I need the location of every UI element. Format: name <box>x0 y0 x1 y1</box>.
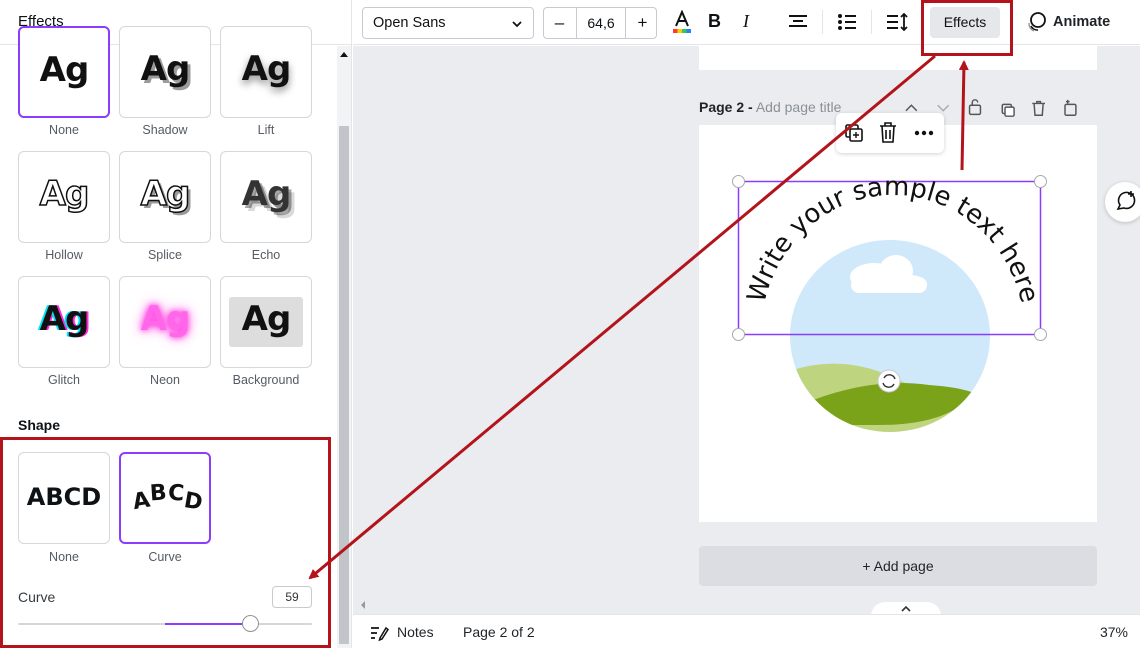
chevron-up-icon[interactable] <box>905 104 918 112</box>
page-title-input[interactable]: Add page title <box>756 99 842 115</box>
scrollbar-thumb[interactable] <box>339 126 349 644</box>
scroll-up-arrow-icon[interactable] <box>340 52 348 57</box>
chevron-down-icon[interactable] <box>937 104 950 112</box>
effect-glitch-tile[interactable]: Ag <box>18 276 110 368</box>
duplicate-page-icon[interactable] <box>1001 103 1015 117</box>
effect-neon-tile[interactable]: Ag <box>119 276 211 368</box>
effect-background-label: Background <box>232 373 300 387</box>
trash-icon[interactable] <box>880 122 896 143</box>
effect-splice-label: Splice <box>147 248 183 262</box>
effect-shadow-sample: Ag <box>140 49 191 89</box>
lock-icon[interactable] <box>968 99 982 116</box>
shape-section-title: Shape <box>18 417 61 433</box>
effect-background-sample: Ag <box>241 299 292 339</box>
list-icon[interactable] <box>836 10 858 34</box>
page-indicator[interactable]: Page 2 of 2 <box>463 624 535 640</box>
text-color-icon[interactable] <box>671 10 693 34</box>
effect-lift-tile[interactable]: Ag <box>220 26 312 118</box>
rotate-handle-icon[interactable] <box>877 369 901 393</box>
effect-glitch-sample: Ag <box>39 299 90 339</box>
toolbar-divider <box>871 10 872 34</box>
effect-lift-sample: Ag <box>241 49 292 89</box>
page-number: Page 2 - <box>699 99 753 115</box>
font-family-select[interactable]: Open Sans <box>362 7 534 39</box>
comment-button[interactable] <box>1105 182 1140 222</box>
landscape-graphic[interactable] <box>779 225 1009 455</box>
zoom-level[interactable]: 37% <box>1100 624 1128 640</box>
effect-background-tile[interactable]: Ag <box>220 276 312 368</box>
page-1-preview[interactable] <box>699 46 1097 70</box>
increase-size-button[interactable]: + <box>627 8 658 38</box>
effects-highlight-box <box>921 0 1013 56</box>
effect-none-sample: Ag <box>39 50 90 90</box>
page-title-row: Page 2 - Add page title <box>699 99 841 115</box>
canva-editor: Effects Ag None Ag Shadow Ag Lift Ag Hol… <box>0 0 1140 648</box>
context-menu-icons <box>845 122 934 143</box>
animate-icon <box>1028 12 1046 32</box>
effect-glitch-label: Glitch <box>48 373 80 387</box>
effect-hollow-label: Hollow <box>45 248 83 262</box>
chevron-down-icon <box>512 21 522 28</box>
duplicate-icon[interactable] <box>845 124 863 142</box>
add-page-icon[interactable] <box>1064 99 1077 116</box>
effect-hollow-sample: Ag <box>39 173 90 215</box>
effect-lift-label: Lift <box>257 123 275 137</box>
page-2[interactable]: Write your sample text here <box>699 125 1097 522</box>
decrease-size-button[interactable]: – <box>544 8 575 38</box>
canvas-area[interactable]: Page 2 - Add page title Write your sampl… <box>353 46 1140 616</box>
effect-splice-tile[interactable]: Ag <box>119 151 211 243</box>
text-toolbar: Open Sans – 64,6 + B I Effects Animate <box>353 0 1140 45</box>
element-context-menu <box>836 113 944 153</box>
effect-echo-tile[interactable]: Ag <box>220 151 312 243</box>
effect-none-label: None <box>49 123 79 137</box>
effect-splice-sample: Ag <box>140 173 191 215</box>
spacing-icon[interactable] <box>885 10 909 34</box>
effect-neon-sample: Ag <box>140 299 191 339</box>
effect-none-tile[interactable]: Ag <box>18 26 110 118</box>
notes-button[interactable]: Notes <box>397 624 434 640</box>
effect-echo-sample: Ag <box>241 174 292 214</box>
notes-icon[interactable] <box>369 624 389 642</box>
animate-label: Animate <box>1053 14 1111 30</box>
effect-shadow-tile[interactable]: Ag <box>119 26 211 118</box>
bold-icon[interactable]: B <box>708 11 721 35</box>
toolbar-divider <box>822 10 823 34</box>
align-center-icon[interactable] <box>787 10 809 34</box>
effect-echo-label: Echo <box>251 248 281 262</box>
effect-neon-label: Neon <box>150 373 180 387</box>
add-page-button[interactable]: + Add page <box>699 546 1097 586</box>
shape-highlight-box <box>0 437 331 648</box>
font-size-stepper: – 64,6 + <box>543 7 657 39</box>
scroll-left-arrow-icon[interactable] <box>359 600 367 610</box>
delete-page-icon[interactable] <box>1032 100 1045 116</box>
effect-shadow-label: Shadow <box>142 123 188 137</box>
comment-add-icon <box>1116 191 1136 211</box>
italic-icon[interactable]: I <box>743 11 749 35</box>
panel-scrollbar[interactable] <box>337 46 351 648</box>
page-2-artwork: Write your sample text here <box>732 172 1047 455</box>
font-family-value: Open Sans <box>373 15 446 31</box>
more-options-icon[interactable] <box>914 130 934 136</box>
bottom-bar: Notes Page 2 of 2 37% <box>353 614 1140 648</box>
effect-hollow-tile[interactable]: Ag <box>18 151 110 243</box>
font-size-input[interactable]: 64,6 <box>576 8 626 38</box>
